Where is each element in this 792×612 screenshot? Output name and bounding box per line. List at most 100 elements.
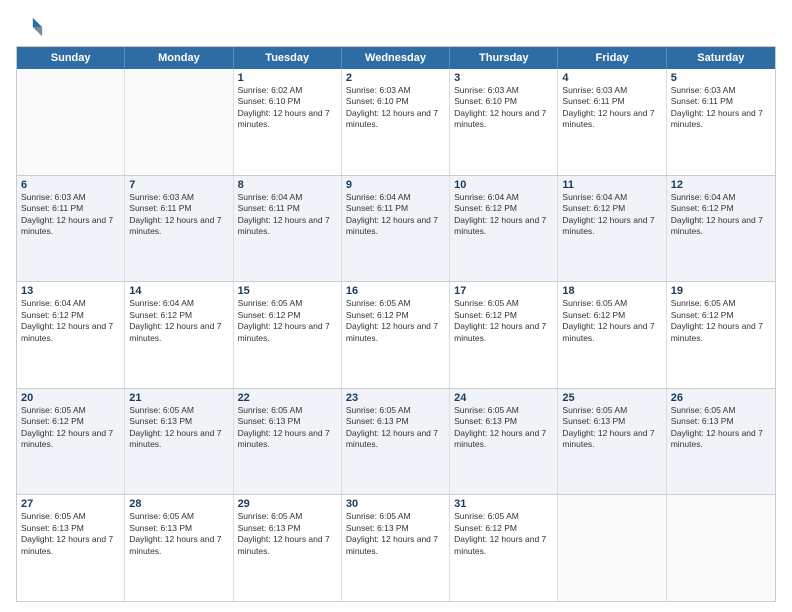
calendar-cell: 24Sunrise: 6:05 AM Sunset: 6:13 PM Dayli…	[450, 389, 558, 495]
calendar-cell: 29Sunrise: 6:05 AM Sunset: 6:13 PM Dayli…	[234, 495, 342, 601]
day-info: Sunrise: 6:04 AM Sunset: 6:12 PM Dayligh…	[671, 192, 771, 238]
calendar-day-header: Sunday	[17, 47, 125, 69]
calendar-week: 27Sunrise: 6:05 AM Sunset: 6:13 PM Dayli…	[17, 494, 775, 601]
day-number: 20	[21, 392, 120, 404]
calendar-cell: 17Sunrise: 6:05 AM Sunset: 6:12 PM Dayli…	[450, 282, 558, 388]
calendar-day-header: Wednesday	[342, 47, 450, 69]
day-info: Sunrise: 6:05 AM Sunset: 6:13 PM Dayligh…	[238, 511, 337, 557]
calendar-cell: 18Sunrise: 6:05 AM Sunset: 6:12 PM Dayli…	[558, 282, 666, 388]
header	[16, 14, 776, 42]
day-number: 15	[238, 285, 337, 297]
day-info: Sunrise: 6:03 AM Sunset: 6:11 PM Dayligh…	[21, 192, 120, 238]
calendar-header: SundayMondayTuesdayWednesdayThursdayFrid…	[17, 47, 775, 69]
day-info: Sunrise: 6:03 AM Sunset: 6:11 PM Dayligh…	[562, 85, 661, 131]
calendar-cell: 5Sunrise: 6:03 AM Sunset: 6:11 PM Daylig…	[667, 69, 775, 175]
day-number: 25	[562, 392, 661, 404]
day-number: 17	[454, 285, 553, 297]
day-info: Sunrise: 6:05 AM Sunset: 6:12 PM Dayligh…	[454, 511, 553, 557]
day-info: Sunrise: 6:04 AM Sunset: 6:12 PM Dayligh…	[21, 298, 120, 344]
day-info: Sunrise: 6:04 AM Sunset: 6:12 PM Dayligh…	[562, 192, 661, 238]
calendar-cell: 8Sunrise: 6:04 AM Sunset: 6:11 PM Daylig…	[234, 176, 342, 282]
day-number: 23	[346, 392, 445, 404]
day-number: 30	[346, 498, 445, 510]
day-info: Sunrise: 6:05 AM Sunset: 6:13 PM Dayligh…	[129, 511, 228, 557]
day-info: Sunrise: 6:05 AM Sunset: 6:12 PM Dayligh…	[21, 405, 120, 451]
calendar-cell: 14Sunrise: 6:04 AM Sunset: 6:12 PM Dayli…	[125, 282, 233, 388]
day-info: Sunrise: 6:05 AM Sunset: 6:12 PM Dayligh…	[346, 298, 445, 344]
day-info: Sunrise: 6:05 AM Sunset: 6:13 PM Dayligh…	[21, 511, 120, 557]
day-number: 24	[454, 392, 553, 404]
day-number: 6	[21, 179, 120, 191]
calendar-day-header: Tuesday	[234, 47, 342, 69]
day-number: 4	[562, 72, 661, 84]
calendar-week: 6Sunrise: 6:03 AM Sunset: 6:11 PM Daylig…	[17, 175, 775, 282]
day-info: Sunrise: 6:03 AM Sunset: 6:11 PM Dayligh…	[129, 192, 228, 238]
calendar-cell: 1Sunrise: 6:02 AM Sunset: 6:10 PM Daylig…	[234, 69, 342, 175]
day-info: Sunrise: 6:05 AM Sunset: 6:13 PM Dayligh…	[346, 511, 445, 557]
calendar-week: 20Sunrise: 6:05 AM Sunset: 6:12 PM Dayli…	[17, 388, 775, 495]
calendar-cell: 6Sunrise: 6:03 AM Sunset: 6:11 PM Daylig…	[17, 176, 125, 282]
day-info: Sunrise: 6:03 AM Sunset: 6:10 PM Dayligh…	[454, 85, 553, 131]
calendar-day-header: Saturday	[667, 47, 775, 69]
calendar-cell: 11Sunrise: 6:04 AM Sunset: 6:12 PM Dayli…	[558, 176, 666, 282]
day-info: Sunrise: 6:05 AM Sunset: 6:12 PM Dayligh…	[238, 298, 337, 344]
calendar-week: 13Sunrise: 6:04 AM Sunset: 6:12 PM Dayli…	[17, 281, 775, 388]
day-number: 10	[454, 179, 553, 191]
calendar-cell	[558, 495, 666, 601]
day-info: Sunrise: 6:05 AM Sunset: 6:12 PM Dayligh…	[562, 298, 661, 344]
logo-icon	[16, 14, 44, 42]
day-info: Sunrise: 6:05 AM Sunset: 6:12 PM Dayligh…	[454, 298, 553, 344]
calendar-cell: 28Sunrise: 6:05 AM Sunset: 6:13 PM Dayli…	[125, 495, 233, 601]
day-info: Sunrise: 6:05 AM Sunset: 6:12 PM Dayligh…	[671, 298, 771, 344]
calendar-cell: 21Sunrise: 6:05 AM Sunset: 6:13 PM Dayli…	[125, 389, 233, 495]
day-number: 2	[346, 72, 445, 84]
calendar-cell: 30Sunrise: 6:05 AM Sunset: 6:13 PM Dayli…	[342, 495, 450, 601]
calendar-body: 1Sunrise: 6:02 AM Sunset: 6:10 PM Daylig…	[17, 69, 775, 601]
day-info: Sunrise: 6:03 AM Sunset: 6:11 PM Dayligh…	[671, 85, 771, 131]
day-number: 12	[671, 179, 771, 191]
calendar: SundayMondayTuesdayWednesdayThursdayFrid…	[16, 46, 776, 602]
day-info: Sunrise: 6:04 AM Sunset: 6:12 PM Dayligh…	[129, 298, 228, 344]
calendar-week: 1Sunrise: 6:02 AM Sunset: 6:10 PM Daylig…	[17, 69, 775, 175]
day-info: Sunrise: 6:04 AM Sunset: 6:12 PM Dayligh…	[454, 192, 553, 238]
day-info: Sunrise: 6:05 AM Sunset: 6:13 PM Dayligh…	[238, 405, 337, 451]
calendar-cell: 2Sunrise: 6:03 AM Sunset: 6:10 PM Daylig…	[342, 69, 450, 175]
day-number: 13	[21, 285, 120, 297]
day-number: 22	[238, 392, 337, 404]
calendar-cell: 31Sunrise: 6:05 AM Sunset: 6:12 PM Dayli…	[450, 495, 558, 601]
day-number: 28	[129, 498, 228, 510]
day-info: Sunrise: 6:05 AM Sunset: 6:13 PM Dayligh…	[129, 405, 228, 451]
calendar-cell: 22Sunrise: 6:05 AM Sunset: 6:13 PM Dayli…	[234, 389, 342, 495]
calendar-day-header: Friday	[558, 47, 666, 69]
calendar-cell	[125, 69, 233, 175]
calendar-day-header: Thursday	[450, 47, 558, 69]
day-info: Sunrise: 6:04 AM Sunset: 6:11 PM Dayligh…	[346, 192, 445, 238]
calendar-cell: 3Sunrise: 6:03 AM Sunset: 6:10 PM Daylig…	[450, 69, 558, 175]
day-info: Sunrise: 6:05 AM Sunset: 6:13 PM Dayligh…	[454, 405, 553, 451]
calendar-cell: 25Sunrise: 6:05 AM Sunset: 6:13 PM Dayli…	[558, 389, 666, 495]
day-info: Sunrise: 6:03 AM Sunset: 6:10 PM Dayligh…	[346, 85, 445, 131]
day-number: 18	[562, 285, 661, 297]
logo	[16, 14, 48, 42]
calendar-cell: 4Sunrise: 6:03 AM Sunset: 6:11 PM Daylig…	[558, 69, 666, 175]
calendar-cell: 7Sunrise: 6:03 AM Sunset: 6:11 PM Daylig…	[125, 176, 233, 282]
day-number: 5	[671, 72, 771, 84]
day-number: 16	[346, 285, 445, 297]
calendar-cell: 19Sunrise: 6:05 AM Sunset: 6:12 PM Dayli…	[667, 282, 775, 388]
day-number: 3	[454, 72, 553, 84]
day-info: Sunrise: 6:04 AM Sunset: 6:11 PM Dayligh…	[238, 192, 337, 238]
calendar-cell: 23Sunrise: 6:05 AM Sunset: 6:13 PM Dayli…	[342, 389, 450, 495]
day-number: 1	[238, 72, 337, 84]
day-number: 26	[671, 392, 771, 404]
day-number: 19	[671, 285, 771, 297]
day-number: 9	[346, 179, 445, 191]
day-number: 29	[238, 498, 337, 510]
calendar-cell: 27Sunrise: 6:05 AM Sunset: 6:13 PM Dayli…	[17, 495, 125, 601]
calendar-cell: 20Sunrise: 6:05 AM Sunset: 6:12 PM Dayli…	[17, 389, 125, 495]
calendar-cell: 15Sunrise: 6:05 AM Sunset: 6:12 PM Dayli…	[234, 282, 342, 388]
day-number: 27	[21, 498, 120, 510]
day-info: Sunrise: 6:05 AM Sunset: 6:13 PM Dayligh…	[346, 405, 445, 451]
day-number: 11	[562, 179, 661, 191]
page: SundayMondayTuesdayWednesdayThursdayFrid…	[0, 0, 792, 612]
day-number: 31	[454, 498, 553, 510]
